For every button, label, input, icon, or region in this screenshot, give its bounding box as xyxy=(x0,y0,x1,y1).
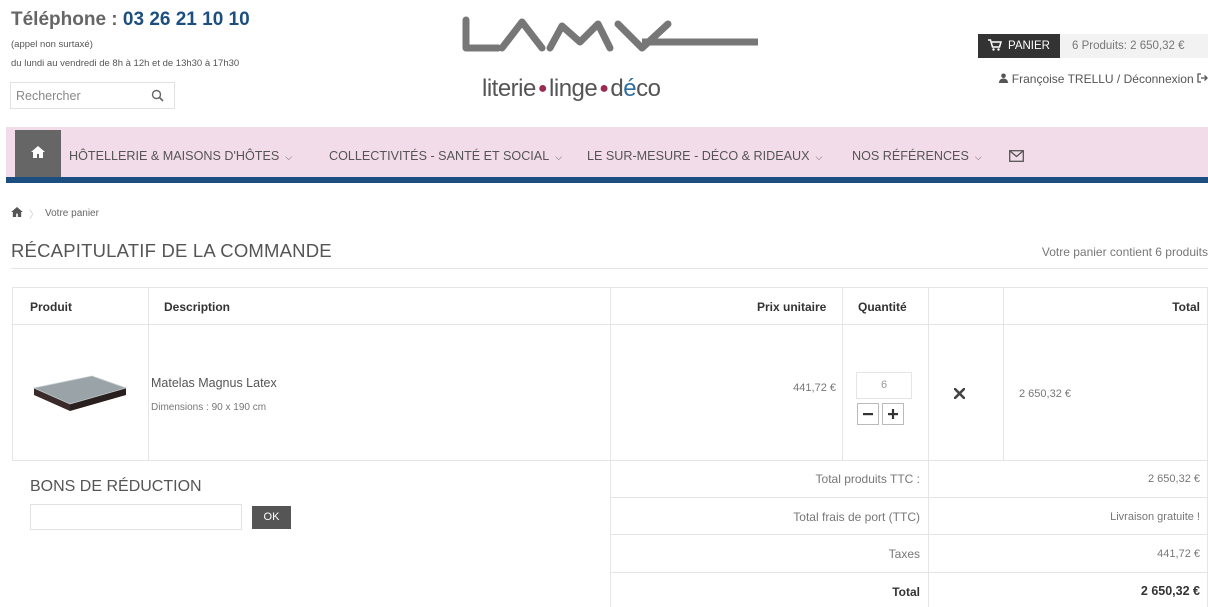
chevron-down-icon: ⌵ xyxy=(974,152,982,162)
cart-button[interactable]: PANIER xyxy=(978,34,1060,58)
line-total: 2 650,32 € xyxy=(1019,388,1071,400)
nav-item-hotellerie[interactable]: HÔTELLERIE & MAISONS D'HÔTES ⌵ xyxy=(69,149,292,163)
cart-button-label: PANIER xyxy=(1008,40,1050,52)
products-total-label: Total produits TTC : xyxy=(815,472,920,486)
product-name-link[interactable]: Matelas Magnus Latex xyxy=(151,376,277,390)
breadcrumb-separator: 〉 xyxy=(29,210,39,221)
home-button[interactable] xyxy=(15,130,61,177)
table-cell-delete xyxy=(928,324,1004,461)
site-logo[interactable]: literie ●linge ●déco xyxy=(458,12,758,107)
taxes-value: 441,72 € xyxy=(1157,548,1200,560)
nav-item-sur-mesure[interactable]: LE SUR-MESURE - DÉCO & RIDEAUX ⌵ xyxy=(587,149,822,163)
grand-total-value: 2 650,32 € xyxy=(1140,584,1200,598)
search-icon[interactable] xyxy=(151,89,164,107)
chevron-down-icon: ⌵ xyxy=(285,152,293,162)
user-icon xyxy=(999,72,1011,86)
quantity-increase-button[interactable] xyxy=(882,403,904,425)
nav-item-label: HÔTELLERIE & MAISONS D'HÔTES xyxy=(69,149,280,163)
cart-count-text: Votre panier contient 6 produits xyxy=(1041,245,1208,259)
minus-icon xyxy=(863,413,873,416)
search-input[interactable]: Rechercher xyxy=(16,89,81,103)
logo-dot: ● xyxy=(599,80,609,97)
logo-word-deco-start: d xyxy=(610,75,624,102)
logo-dot: ● xyxy=(537,80,548,97)
shipping-label: Total frais de port (TTC) xyxy=(793,510,920,524)
logo-wordmark xyxy=(462,16,758,52)
nav-item-label: LE SUR-MESURE - DÉCO & RIDEAUX xyxy=(587,149,810,163)
home-icon[interactable] xyxy=(11,207,23,220)
delete-item-button[interactable] xyxy=(953,386,966,404)
column-header-quantity: Quantité xyxy=(858,300,907,314)
voucher-title: BONS DE RÉDUCTION xyxy=(30,478,202,495)
call-note: (appel non surtaxé) xyxy=(11,39,93,50)
product-dimensions: Dimensions : 90 x 190 cm xyxy=(151,402,267,413)
chevron-down-icon: ⌵ xyxy=(555,152,563,162)
nav-item-references[interactable]: NOS RÉFÉRENCES ⌵ xyxy=(852,149,982,163)
close-icon xyxy=(953,387,966,400)
user-account: Françoise TRELLU / Déconnexion xyxy=(999,72,1208,86)
quantity-input[interactable]: 6 xyxy=(856,372,912,399)
logo-tagline: literie ●linge ●déco xyxy=(482,75,661,103)
breadcrumb-current: Votre panier xyxy=(45,208,99,219)
logo-word-deco-accent: é xyxy=(623,75,637,102)
logo-word-deco-end: co xyxy=(636,75,661,102)
summary-cell-label xyxy=(610,572,929,607)
column-header-total: Total xyxy=(1172,300,1200,314)
plus-icon xyxy=(888,409,898,419)
grand-total-label: Total xyxy=(892,585,920,599)
logout-icon[interactable] xyxy=(1197,72,1208,86)
main-nav: HÔTELLERIE & MAISONS D'HÔTES ⌵ COLLECTIVI… xyxy=(6,127,1208,183)
products-total-value: 2 650,32 € xyxy=(1148,473,1200,485)
cart-icon xyxy=(988,38,1003,54)
unit-price: 441,72 € xyxy=(793,382,836,394)
cart-summary[interactable]: 6 Produits: 2 650,32 € xyxy=(1060,34,1208,58)
column-header-unit-price: Prix unitaire xyxy=(757,300,827,314)
divider xyxy=(11,268,1208,269)
breadcrumb: 〉 Votre panier xyxy=(11,206,99,221)
header-cell-delete xyxy=(928,287,1004,325)
nav-item-label: COLLECTIVITÉS - SANTÉ ET SOCIAL xyxy=(329,149,550,163)
search-box[interactable]: Rechercher xyxy=(10,82,175,109)
column-header-product: Produit xyxy=(30,300,72,314)
mail-icon[interactable] xyxy=(1009,149,1024,167)
phone-number[interactable]: 03 26 21 10 10 xyxy=(123,9,250,30)
product-image[interactable] xyxy=(30,374,128,417)
nav-item-label: NOS RÉFÉRENCES xyxy=(852,149,969,163)
phone-label: Téléphone : xyxy=(11,9,123,30)
nav-item-collectivites[interactable]: COLLECTIVITÉS - SANTÉ ET SOCIAL ⌵ xyxy=(329,149,562,163)
quantity-decrease-button[interactable] xyxy=(857,403,879,425)
voucher-code-input[interactable] xyxy=(30,504,242,530)
table-cell-description xyxy=(148,324,611,461)
user-logout-link[interactable]: Françoise TRELLU / Déconnexion xyxy=(1012,72,1194,86)
summary-cell-label xyxy=(610,534,929,573)
logo-word-literie: literie xyxy=(482,75,536,102)
chevron-down-icon: ⌵ xyxy=(815,152,823,162)
home-icon xyxy=(31,145,45,163)
voucher-ok-button[interactable]: OK xyxy=(252,506,291,529)
phone-line: Téléphone : 03 26 21 10 10 xyxy=(11,9,250,31)
opening-hours: du lundi au vendredi de 8h à 12h et de 1… xyxy=(11,58,240,69)
column-header-description: Description xyxy=(164,300,231,314)
shipping-value: Livraison gratuite ! xyxy=(1110,511,1200,523)
logo-word-linge: linge xyxy=(549,75,598,102)
taxes-label: Taxes xyxy=(888,547,920,561)
page-title: RÉCAPITULATIF DE LA COMMANDE xyxy=(11,240,332,261)
